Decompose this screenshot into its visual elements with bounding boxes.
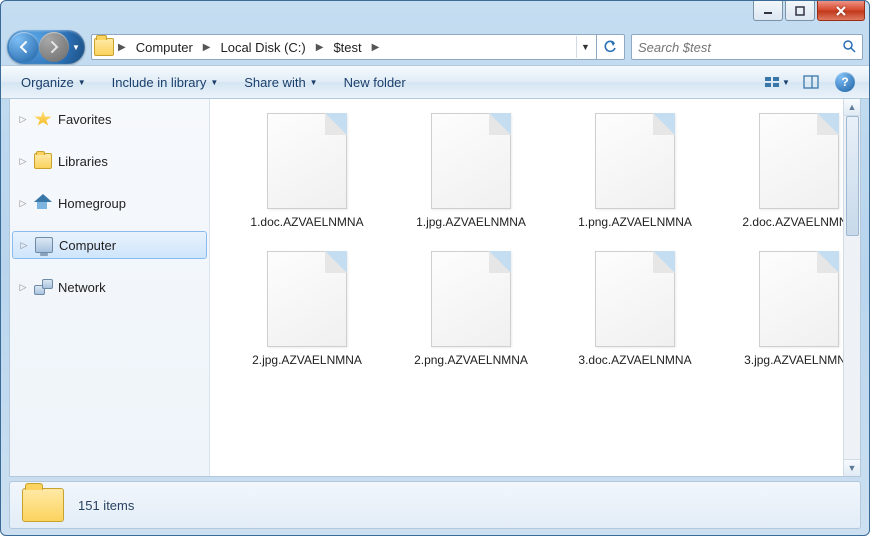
file-name: 1.jpg.AZVAELNMNA — [416, 215, 526, 231]
nav-bar: ▼ ▶ Computer ▶ Local Disk (C:) ▶ $test ▶… — [1, 29, 869, 65]
file-icon — [595, 251, 675, 347]
breadcrumb-segment[interactable]: Local Disk (C:) — [214, 36, 311, 58]
newfolder-label: New folder — [344, 75, 406, 90]
title-bar — [1, 1, 869, 29]
file-icon — [759, 113, 839, 209]
sidebar-item-favorites[interactable]: ▷ Favorites — [10, 105, 209, 133]
details-pane: 151 items — [9, 481, 861, 529]
libraries-icon — [34, 153, 52, 169]
file-name: 1.doc.AZVAELNMNA — [250, 215, 363, 231]
expand-icon[interactable]: ▷ — [18, 156, 28, 167]
file-name: 3.doc.AZVAELNMNA — [578, 353, 691, 369]
include-label: Include in library — [112, 75, 207, 90]
file-icon — [431, 113, 511, 209]
sidebar-item-homegroup[interactable]: ▷ Homegroup — [10, 189, 209, 217]
file-icon — [431, 251, 511, 347]
file-name: 2.png.AZVAELNMNA — [414, 353, 528, 369]
organize-menu[interactable]: Organize▼ — [11, 71, 96, 94]
scroll-up-button[interactable]: ▲ — [844, 99, 860, 116]
scroll-down-button[interactable]: ▼ — [844, 459, 860, 476]
chevron-right-icon[interactable]: ▶ — [201, 42, 213, 53]
file-icon — [595, 113, 675, 209]
help-icon: ? — [835, 72, 855, 92]
view-icon — [764, 75, 780, 89]
file-item[interactable]: 2.doc.AZVAELNMNA — [724, 113, 860, 231]
new-folder-button[interactable]: New folder — [334, 71, 416, 94]
minimize-button[interactable] — [753, 1, 783, 21]
expand-icon[interactable]: ▷ — [19, 240, 29, 251]
sidebar-item-network[interactable]: ▷ Network — [10, 273, 209, 301]
sidebar-item-label: Homegroup — [58, 196, 126, 211]
share-label: Share with — [244, 75, 305, 90]
star-icon — [34, 111, 52, 127]
file-item[interactable]: 1.png.AZVAELNMNA — [560, 113, 710, 231]
file-name: 3.jpg.AZVAELNMNA — [744, 353, 854, 369]
file-list-area[interactable]: 1.doc.AZVAELNMNA 1.jpg.AZVAELNMNA 1.png.AZ… — [210, 99, 860, 476]
file-item[interactable]: 1.jpg.AZVAELNMNA — [396, 113, 546, 231]
file-item[interactable]: 3.doc.AZVAELNMNA — [560, 251, 710, 369]
sidebar-item-label: Libraries — [58, 154, 108, 169]
item-count: 151 items — [78, 498, 134, 513]
forward-button[interactable] — [39, 32, 69, 62]
maximize-button[interactable] — [785, 1, 815, 21]
expand-icon[interactable]: ▷ — [18, 114, 28, 125]
breadcrumb-segment[interactable]: Computer — [130, 36, 199, 58]
file-name: 2.jpg.AZVAELNMNA — [252, 353, 362, 369]
sidebar-item-label: Computer — [59, 238, 116, 253]
chevron-right-icon[interactable]: ▶ — [314, 42, 326, 53]
file-item[interactable]: 1.doc.AZVAELNMNA — [232, 113, 382, 231]
organize-label: Organize — [21, 75, 74, 90]
scrollbar[interactable]: ▲ ▼ — [843, 99, 860, 476]
folder-icon — [94, 38, 114, 56]
expand-icon[interactable]: ▷ — [18, 198, 28, 209]
folder-icon — [22, 488, 64, 522]
address-dropdown[interactable]: ▼ — [576, 36, 594, 58]
file-name: 1.png.AZVAELNMNA — [578, 215, 692, 231]
expand-icon[interactable]: ▷ — [18, 282, 28, 293]
chevron-right-icon[interactable]: ▶ — [370, 42, 382, 53]
file-item[interactable]: 2.png.AZVAELNMNA — [396, 251, 546, 369]
back-button[interactable] — [9, 32, 39, 62]
include-in-library-menu[interactable]: Include in library▼ — [102, 71, 229, 94]
file-name: 2.doc.AZVAELNMNA — [742, 215, 855, 231]
address-bar[interactable]: ▶ Computer ▶ Local Disk (C:) ▶ $test ▶ ▼ — [91, 34, 625, 60]
file-icon — [267, 113, 347, 209]
homegroup-icon — [34, 195, 52, 211]
search-bar[interactable] — [631, 34, 863, 60]
network-icon — [34, 279, 52, 295]
view-options-button[interactable]: ▼ — [763, 70, 791, 94]
search-icon[interactable] — [842, 39, 856, 56]
nav-back-forward: ▼ — [7, 30, 85, 64]
chevron-right-icon[interactable]: ▶ — [116, 42, 128, 53]
navigation-pane: ▷ Favorites ▷ Libraries ▷ Homegroup — [10, 99, 210, 476]
share-with-menu[interactable]: Share with▼ — [234, 71, 327, 94]
sidebar-item-label: Network — [58, 280, 106, 295]
sidebar-item-label: Favorites — [58, 112, 111, 127]
refresh-button[interactable] — [596, 34, 622, 60]
preview-pane-button[interactable] — [797, 70, 825, 94]
scroll-thumb[interactable] — [846, 116, 859, 236]
file-item[interactable]: 3.jpg.AZVAELNMNA — [724, 251, 860, 369]
sidebar-item-libraries[interactable]: ▷ Libraries — [10, 147, 209, 175]
explorer-window: ▼ ▶ Computer ▶ Local Disk (C:) ▶ $test ▶… — [0, 0, 870, 536]
file-item[interactable]: 2.jpg.AZVAELNMNA — [232, 251, 382, 369]
sidebar-item-computer[interactable]: ▷ Computer — [12, 231, 207, 259]
body-area: ▷ Favorites ▷ Libraries ▷ Homegroup — [9, 99, 861, 477]
history-dropdown[interactable]: ▼ — [69, 43, 83, 52]
close-button[interactable] — [817, 1, 865, 21]
pane-icon — [803, 75, 819, 89]
help-button[interactable]: ? — [831, 70, 859, 94]
breadcrumb-segment[interactable]: $test — [327, 36, 367, 58]
command-bar: Organize▼ Include in library▼ Share with… — [1, 65, 869, 99]
file-icon — [267, 251, 347, 347]
search-input[interactable] — [638, 40, 842, 55]
computer-icon — [35, 237, 53, 253]
file-icon — [759, 251, 839, 347]
